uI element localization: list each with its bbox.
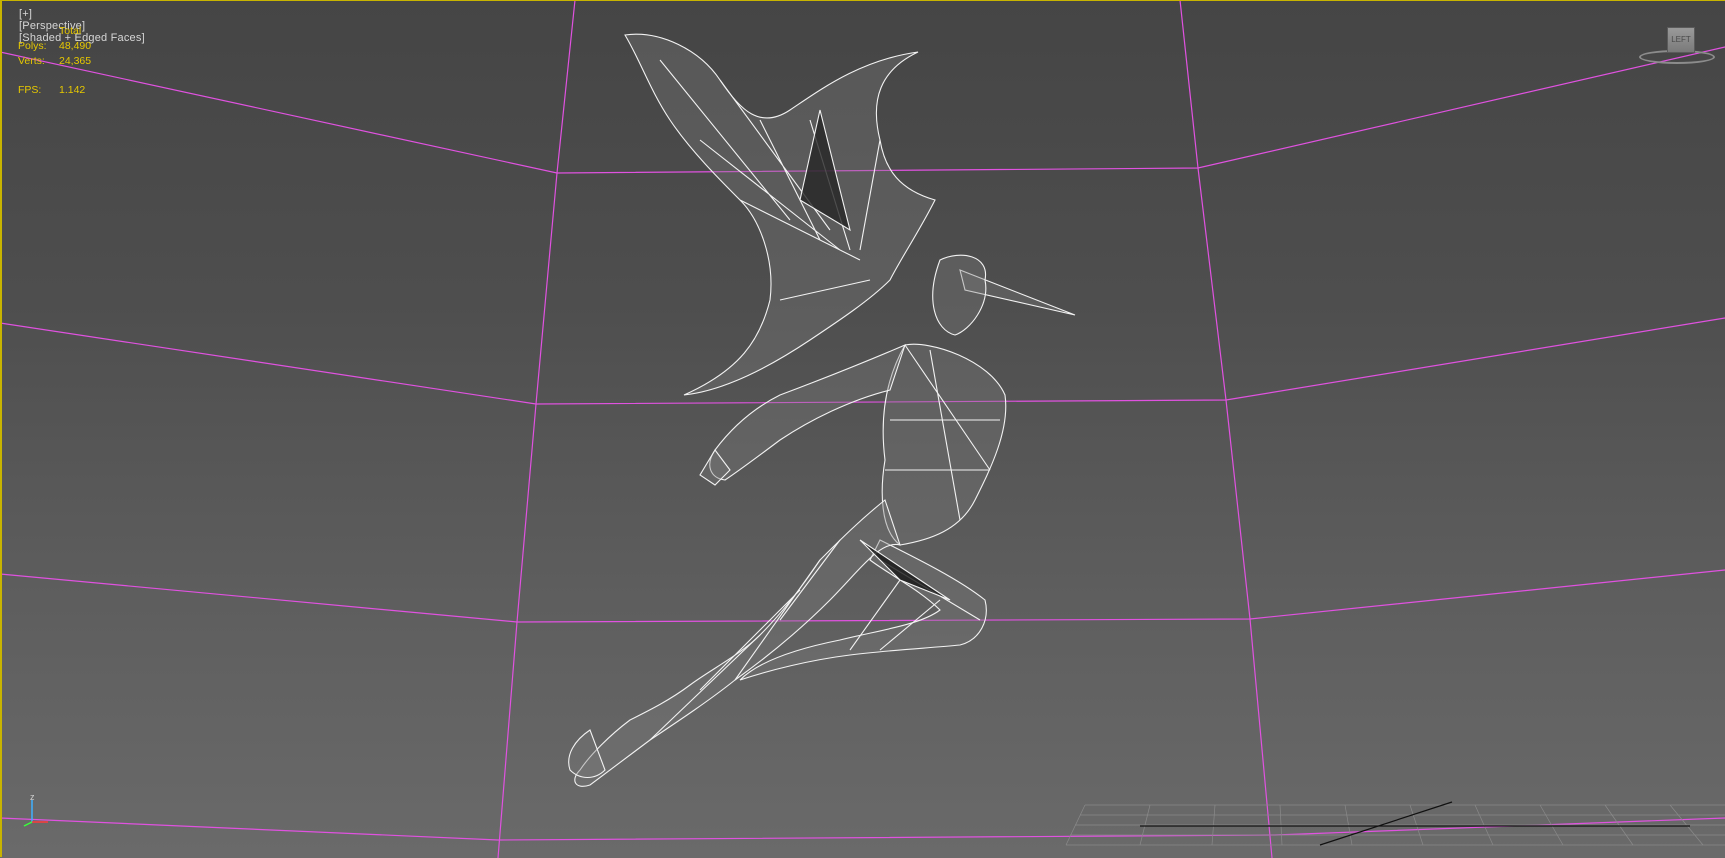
perspective-viewport[interactable]: [+] [Perspective] [Shaded + Edged Faces]… bbox=[0, 0, 1725, 858]
character-wireframe-model bbox=[568, 33, 1076, 787]
viewcube-face[interactable]: LEFT bbox=[1667, 27, 1695, 53]
axis-tripod-icon: z bbox=[20, 790, 50, 830]
fps-value: 1.142 bbox=[59, 84, 86, 96]
polys-label: Polys: bbox=[18, 40, 47, 52]
fps-label: FPS: bbox=[18, 84, 42, 96]
floor-grid bbox=[1065, 804, 1725, 846]
polys-value: 48,490 bbox=[59, 40, 92, 52]
verts-label: Verts: bbox=[18, 55, 45, 67]
viewcube-icon[interactable]: LEFT bbox=[1633, 24, 1717, 72]
verts-value: 24,365 bbox=[59, 55, 92, 67]
axis-z-label: z bbox=[30, 792, 35, 802]
viewport-menu-button[interactable]: [+] bbox=[19, 8, 32, 20]
stats-header: Total bbox=[59, 25, 82, 37]
scene-canvas[interactable] bbox=[0, 0, 1725, 858]
stats-overlay: Total Polys: 48,490 Verts: 24,365 FPS: 1… bbox=[18, 24, 91, 98]
